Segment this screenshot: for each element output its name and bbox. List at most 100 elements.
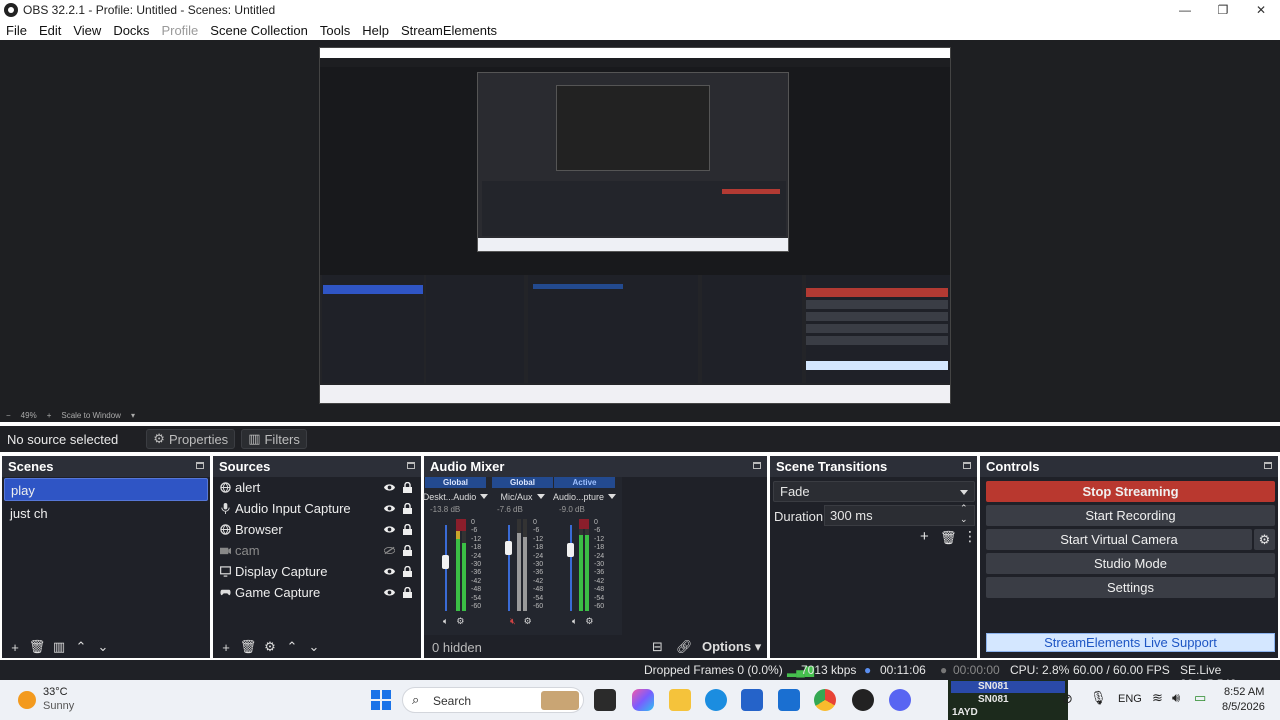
source-item[interactable]: Display Capture <box>213 561 421 582</box>
eye-icon[interactable] <box>384 504 395 513</box>
edge-icon[interactable] <box>705 689 727 711</box>
menu-help[interactable]: Help <box>356 23 395 38</box>
taskbar-search[interactable]: ⌕ Search <box>402 687 584 713</box>
mixer-layout-icon[interactable]: ⊟ <box>652 639 663 655</box>
menu-streamelements[interactable]: StreamElements <box>395 23 503 38</box>
volume-icon[interactable]: 🔊︎ <box>1172 690 1180 706</box>
sun-icon[interactable] <box>18 691 36 709</box>
volume-meter[interactable] <box>492 519 553 611</box>
chevron-down-icon[interactable]: ▾ <box>131 411 135 420</box>
discord-icon[interactable] <box>889 689 911 711</box>
filters-button[interactable]: ▥ Filters <box>241 429 307 449</box>
source-item[interactable]: Game Capture <box>213 582 421 603</box>
transition-select[interactable]: Fade <box>773 481 975 502</box>
menu-edit[interactable]: Edit <box>33 23 67 38</box>
store-icon[interactable] <box>741 689 763 711</box>
lock-icon[interactable] <box>403 545 412 556</box>
lock-icon[interactable] <box>403 587 412 598</box>
menu-view[interactable]: View <box>67 23 107 38</box>
gear-icon[interactable]: ⚙ <box>524 616 532 627</box>
undock-icon[interactable] <box>196 462 204 469</box>
channel-name-dropdown[interactable]: Audio...pture <box>553 488 617 505</box>
arrow-up-icon[interactable]: ⌃ <box>72 638 90 656</box>
outlook-icon[interactable] <box>778 689 800 711</box>
arrow-up-icon[interactable]: ⌃ <box>283 638 301 656</box>
lock-icon[interactable] <box>403 503 412 514</box>
channel-name-dropdown[interactable]: Deskt...Audio <box>423 488 489 505</box>
scene-item[interactable]: just ch <box>4 502 208 525</box>
speaker-icon[interactable]: 🔈︎ <box>443 616 448 627</box>
eye-icon[interactable] <box>384 588 395 597</box>
eye-icon[interactable] <box>384 483 395 492</box>
gear-icon[interactable]: ⚙ <box>261 638 279 656</box>
menu-tools[interactable]: Tools <box>314 23 356 38</box>
eye-icon[interactable] <box>384 525 395 534</box>
undock-icon[interactable] <box>753 462 761 469</box>
close-button[interactable]: ✕ <box>1242 0 1280 20</box>
eye-hidden-icon[interactable] <box>384 546 395 555</box>
arrow-down-icon[interactable]: ⌄ <box>305 638 323 656</box>
task-view-icon[interactable] <box>594 689 616 711</box>
speaker-icon[interactable]: 🔈︎ <box>572 616 577 627</box>
trash-icon[interactable]: 🗑︎ <box>940 530 957 546</box>
streamelements-support-button[interactable]: StreamElements Live Support <box>986 633 1275 652</box>
clock-date[interactable]: 8/5/2026 <box>1222 701 1265 713</box>
channel-name-dropdown[interactable]: Mic/Aux <box>492 488 553 505</box>
start-recording-button[interactable]: Start Recording <box>986 505 1275 526</box>
source-item[interactable]: Browser <box>213 519 421 540</box>
menu-docks[interactable]: Docks <box>107 23 155 38</box>
source-item[interactable]: Audio Input Capture <box>213 498 421 519</box>
add-icon[interactable]: + <box>6 638 24 656</box>
arrow-down-icon[interactable]: ⌄ <box>94 638 112 656</box>
wifi-icon[interactable]: ≋ <box>1152 690 1163 706</box>
source-item[interactable]: alert <box>213 477 421 498</box>
start-virtual-camera-button[interactable]: Start Virtual Camera <box>986 529 1252 550</box>
duration-input[interactable]: 300 ms <box>824 505 975 526</box>
minimize-button[interactable]: — <box>1166 0 1204 20</box>
filter-icon[interactable]: ▥ <box>50 638 68 656</box>
menu-profile[interactable]: Profile <box>155 23 204 38</box>
link-icon[interactable]: 🔗︎ <box>676 639 693 655</box>
lock-icon[interactable] <box>403 482 412 493</box>
spin-up-icon[interactable]: ⌃ <box>960 503 968 514</box>
gear-icon[interactable]: ⚙ <box>456 616 464 627</box>
microphone-icon[interactable]: 🎙︎ <box>1090 690 1107 706</box>
undock-icon[interactable] <box>1264 462 1272 469</box>
zoom-plus-icon[interactable]: + <box>47 411 52 420</box>
language-indicator[interactable]: ENG <box>1118 693 1142 705</box>
speaker-muted-icon[interactable]: 🔇︎ <box>510 616 516 627</box>
zoom-minus-icon[interactable]: − <box>6 411 11 420</box>
more-icon[interactable]: ⋮ <box>963 528 977 545</box>
virtual-camera-settings-gear-icon[interactable]: ⚙ <box>1254 529 1275 550</box>
trash-icon[interactable]: 🗑︎ <box>28 638 46 656</box>
studio-mode-button[interactable]: Studio Mode <box>986 553 1275 574</box>
properties-button[interactable]: ⚙ Properties <box>146 429 236 449</box>
menu-scene-collection[interactable]: Scene Collection <box>204 23 314 38</box>
lock-icon[interactable] <box>403 524 412 535</box>
windows-start-icon[interactable] <box>371 690 391 710</box>
add-icon[interactable]: + <box>217 638 235 656</box>
preview-canvas[interactable] <box>319 47 951 404</box>
weather-desc[interactable]: Sunny <box>43 700 74 712</box>
undock-icon[interactable] <box>407 462 415 469</box>
file-explorer-icon[interactable] <box>669 689 691 711</box>
undock-icon[interactable] <box>963 462 971 469</box>
volume-meter[interactable] <box>554 519 615 611</box>
weather-temp[interactable]: 33°C <box>43 686 68 698</box>
scene-item[interactable]: play <box>4 478 208 501</box>
gear-icon[interactable]: ⚙ <box>585 616 593 627</box>
spin-down-icon[interactable]: ⌄ <box>960 514 968 525</box>
network-hidden-icon[interactable]: ⊘ <box>1062 691 1073 707</box>
obs-taskbar-icon[interactable] <box>852 689 874 711</box>
maximize-button[interactable]: ❐ <box>1204 0 1242 20</box>
scale-mode[interactable]: Scale to Window <box>61 411 121 420</box>
lock-icon[interactable] <box>403 566 412 577</box>
options-button[interactable]: Options ▾ <box>702 639 761 655</box>
clock-time[interactable]: 8:52 AM <box>1224 686 1264 698</box>
menu-file[interactable]: File <box>0 23 33 38</box>
settings-button[interactable]: Settings <box>986 577 1275 598</box>
chrome-icon[interactable] <box>814 689 836 711</box>
eye-icon[interactable] <box>384 567 395 576</box>
trash-icon[interactable]: 🗑︎ <box>239 638 257 656</box>
source-item[interactable]: cam <box>213 540 421 561</box>
